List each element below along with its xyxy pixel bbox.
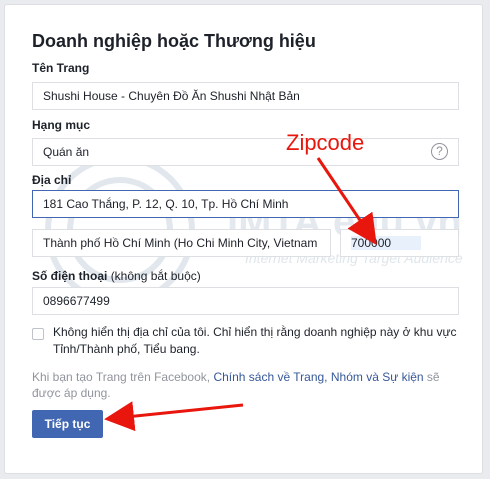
zip-value: 700000 bbox=[351, 236, 422, 250]
address-input[interactable]: 181 Cao Thắng, P. 12, Q. 10, Tp. Hồ Chí … bbox=[32, 190, 459, 218]
address-label: Địa chỉ bbox=[32, 173, 72, 187]
phone-input[interactable]: 0896677499 bbox=[32, 287, 459, 315]
phone-label: Số điện thoại (không bắt buộc) bbox=[32, 269, 201, 283]
form-title: Doanh nghiệp hoặc Thương hiệu bbox=[32, 31, 316, 51]
hide-address-text: Không hiển thị địa chỉ của tôi. Chỉ hiển… bbox=[53, 325, 457, 356]
zip-input[interactable]: 700000 bbox=[340, 229, 459, 257]
page-name-value: Shushi House - Chuyên Đồ Ăn Shushi Nhật … bbox=[43, 89, 300, 103]
phone-value: 0896677499 bbox=[43, 294, 110, 308]
zipcode-annotation-label: Zipcode bbox=[286, 130, 365, 155]
policy-link[interactable]: Chính sách về Trang, Nhóm và Sự kiện bbox=[213, 370, 423, 384]
help-icon[interactable]: ? bbox=[431, 143, 448, 160]
phone-label-text: Số điện thoại bbox=[32, 269, 108, 283]
category-label: Hạng mục bbox=[32, 118, 91, 132]
phone-optional-text: (không bắt buộc) bbox=[110, 269, 201, 283]
page-name-label: Tên Trang bbox=[32, 61, 90, 75]
city-value: Thành phố Hồ Chí Minh (Ho Chi Minh City,… bbox=[43, 236, 318, 250]
city-input[interactable]: Thành phố Hồ Chí Minh (Ho Chi Minh City,… bbox=[32, 229, 331, 257]
policy-notice: Khi bạn tạo Trang trên Facebook, Chính s… bbox=[32, 369, 452, 401]
hide-address-checkbox[interactable] bbox=[32, 328, 44, 340]
address-value: 181 Cao Thắng, P. 12, Q. 10, Tp. Hồ Chí … bbox=[43, 197, 289, 211]
category-input[interactable]: Quán ăn ? bbox=[32, 138, 459, 166]
policy-prefix: Khi bạn tạo Trang trên Facebook, bbox=[32, 370, 214, 384]
continue-button[interactable]: Tiếp tục bbox=[32, 410, 103, 438]
page-name-input[interactable]: Shushi House - Chuyên Đồ Ăn Shushi Nhật … bbox=[32, 82, 459, 110]
create-page-card: IMTA.edu.vn Internet Marketing Target Au… bbox=[4, 4, 483, 474]
category-value: Quán ăn bbox=[43, 145, 90, 159]
